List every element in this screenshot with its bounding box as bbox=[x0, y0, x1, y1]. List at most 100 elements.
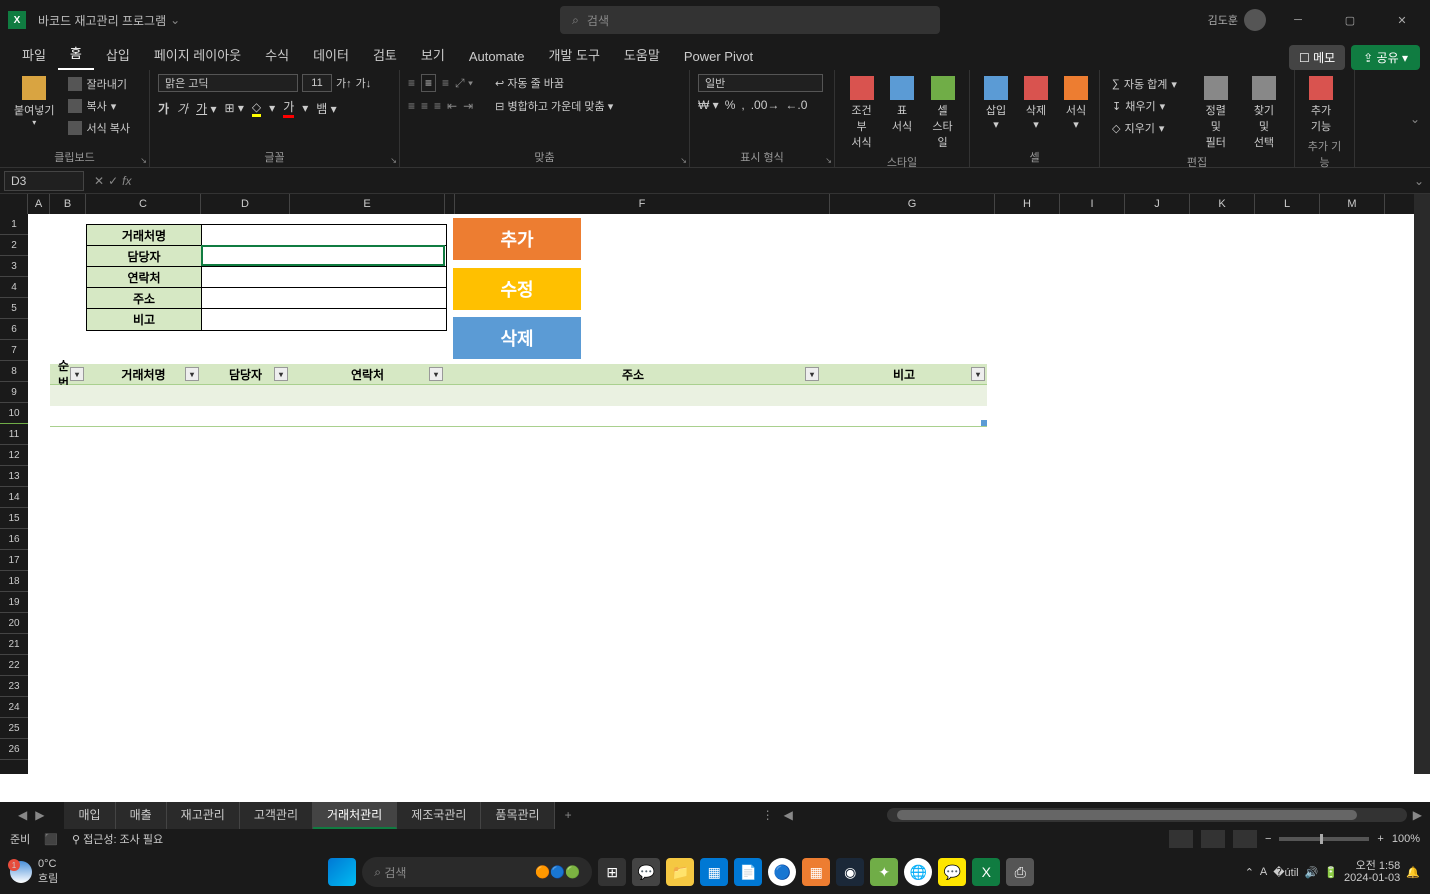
fill-color-button[interactable]: ◇ bbox=[252, 100, 261, 117]
row-header[interactable]: 24 bbox=[0, 697, 28, 718]
font-size-select[interactable] bbox=[302, 74, 332, 92]
title-dropdown-icon[interactable]: ⌄ bbox=[170, 13, 180, 27]
filter-icon[interactable]: ▾ bbox=[429, 367, 443, 381]
taskbar-app-icon[interactable]: ▦ bbox=[802, 858, 830, 886]
row-header[interactable]: 13 bbox=[0, 466, 28, 487]
sheet-tab[interactable]: 제조국관리 bbox=[397, 802, 481, 829]
col-header-c[interactable]: C bbox=[86, 194, 201, 214]
addins-button[interactable]: 추가 기능 bbox=[1303, 74, 1339, 136]
col-header-j[interactable]: J bbox=[1125, 194, 1190, 214]
battery-icon[interactable]: 🔋 bbox=[1324, 866, 1338, 879]
tab-review[interactable]: 검토 bbox=[361, 39, 409, 70]
filter-icon[interactable]: ▾ bbox=[70, 367, 84, 381]
bold-button[interactable]: 가 bbox=[158, 100, 169, 117]
user-label[interactable]: 김도훈 bbox=[1208, 9, 1266, 31]
percent-icon[interactable]: % bbox=[725, 98, 736, 112]
form-input-name[interactable] bbox=[202, 225, 446, 246]
form-input-phone[interactable] bbox=[202, 267, 446, 288]
close-button[interactable]: ✕ bbox=[1382, 5, 1422, 35]
row-header[interactable]: 25 bbox=[0, 718, 28, 739]
tray-chevron-icon[interactable]: ⌃ bbox=[1245, 866, 1254, 879]
orientation-icon[interactable]: ⤢ ▾ bbox=[455, 76, 473, 91]
increase-decimal-icon[interactable]: .00→ bbox=[751, 98, 780, 112]
row-header[interactable]: 2 bbox=[0, 235, 28, 256]
underline-button[interactable]: 가 ▾ bbox=[196, 100, 216, 117]
row-header[interactable]: 4 bbox=[0, 277, 28, 298]
row-header[interactable]: 15 bbox=[0, 508, 28, 529]
table-header-phone[interactable]: 연락처▾ bbox=[290, 364, 445, 385]
clipboard-launcher[interactable]: ↘ bbox=[140, 156, 147, 165]
form-input-address[interactable] bbox=[202, 288, 446, 309]
form-input-note[interactable] bbox=[202, 309, 446, 330]
col-header-d[interactable]: D bbox=[201, 194, 290, 214]
row-header[interactable]: 18 bbox=[0, 571, 28, 592]
filter-icon[interactable]: ▾ bbox=[805, 367, 819, 381]
italic-button[interactable]: 가 bbox=[177, 100, 188, 117]
tab-data[interactable]: 데이터 bbox=[301, 39, 361, 70]
font-color-button[interactable]: 가 bbox=[283, 98, 294, 118]
align-center-icon[interactable]: ≡ bbox=[421, 99, 428, 113]
formula-input[interactable] bbox=[137, 171, 1407, 190]
clear-button[interactable]: ◇ 지우기 ▾ bbox=[1108, 118, 1190, 138]
align-bottom-icon[interactable]: ≡ bbox=[442, 76, 449, 90]
filter-icon[interactable]: ▾ bbox=[185, 367, 199, 381]
conditional-format-button[interactable]: 조건부 서식 bbox=[843, 74, 880, 152]
form-input-contact[interactable] bbox=[202, 246, 446, 267]
row-header[interactable]: 22 bbox=[0, 655, 28, 676]
filter-icon[interactable]: ▾ bbox=[274, 367, 288, 381]
cell-styles-button[interactable]: 셀 스타일 bbox=[924, 74, 961, 152]
col-header-a[interactable]: A bbox=[28, 194, 50, 214]
sheet-tab[interactable]: 매입 bbox=[64, 802, 115, 829]
decrease-font-icon[interactable]: 가↓ bbox=[356, 75, 372, 91]
taskbar-app-icon[interactable]: ▦ bbox=[700, 858, 728, 886]
align-left-icon[interactable]: ≡ bbox=[408, 99, 415, 113]
expand-formula-icon[interactable]: ⌄ bbox=[1408, 174, 1430, 188]
page-break-view-icon[interactable] bbox=[1233, 830, 1257, 848]
wifi-icon[interactable]: �útil bbox=[1273, 866, 1298, 879]
row-header[interactable]: 26 bbox=[0, 739, 28, 760]
col-header-e[interactable]: E bbox=[290, 194, 445, 214]
tab-developer[interactable]: 개발 도구 bbox=[536, 39, 611, 70]
table-header-no[interactable]: 순번▾ bbox=[50, 364, 86, 385]
table-header-contact[interactable]: 담당자▾ bbox=[201, 364, 290, 385]
chrome-icon[interactable]: 🌐 bbox=[904, 858, 932, 886]
col-header-l[interactable]: L bbox=[1255, 194, 1320, 214]
tab-file[interactable]: 파일 bbox=[10, 39, 58, 70]
steam-icon[interactable]: ◉ bbox=[836, 858, 864, 886]
kakaotalk-icon[interactable]: 💬 bbox=[938, 858, 966, 886]
filter-icon[interactable]: ▾ bbox=[971, 367, 985, 381]
sheet-prev-icon[interactable]: ◀ bbox=[18, 808, 27, 822]
row-header[interactable]: 9 bbox=[0, 382, 28, 403]
notifications-icon[interactable]: 🔔 bbox=[1406, 866, 1420, 879]
sheet-tab[interactable]: 품목관리 bbox=[481, 802, 554, 829]
table-format-button[interactable]: 표 서식 bbox=[884, 74, 920, 136]
delete-button[interactable]: 삭제 bbox=[453, 317, 581, 359]
number-format-select[interactable] bbox=[698, 74, 823, 92]
align-top-icon[interactable]: ≡ bbox=[408, 76, 415, 90]
col-header-h[interactable]: H bbox=[995, 194, 1060, 214]
col-header-b[interactable]: B bbox=[50, 194, 86, 214]
row-header[interactable]: 21 bbox=[0, 634, 28, 655]
font-name-select[interactable] bbox=[158, 74, 298, 92]
zoom-out-icon[interactable]: − bbox=[1265, 833, 1271, 845]
sheet-tab[interactable]: 재고관리 bbox=[167, 802, 240, 829]
scroll-right-icon[interactable]: ▶ bbox=[1413, 808, 1422, 822]
excel-taskbar-icon[interactable]: X bbox=[972, 858, 1000, 886]
tab-powerpivot[interactable]: Power Pivot bbox=[672, 43, 765, 70]
tab-home[interactable]: 홈 bbox=[58, 37, 94, 70]
zoom-slider[interactable] bbox=[1279, 837, 1369, 841]
taskbar-app-icon[interactable]: ✦ bbox=[870, 858, 898, 886]
taskbar-app-icon[interactable]: ⎙ bbox=[1006, 858, 1034, 886]
format-cells-button[interactable]: 서식▾ bbox=[1058, 74, 1094, 133]
comma-icon[interactable]: , bbox=[741, 98, 744, 112]
sheet-options-icon[interactable]: ⋮ bbox=[762, 808, 774, 822]
increase-font-icon[interactable]: 가↑ bbox=[336, 75, 352, 91]
confirm-formula-icon[interactable]: ✓ bbox=[108, 174, 118, 188]
table-resize-handle[interactable] bbox=[981, 420, 987, 426]
alignment-launcher[interactable]: ↘ bbox=[680, 156, 687, 165]
row-header[interactable]: 19 bbox=[0, 592, 28, 613]
row-header[interactable]: 1 bbox=[0, 214, 28, 235]
volume-icon[interactable]: 🔊 bbox=[1305, 866, 1319, 879]
chrome-icon[interactable]: 🔵 bbox=[768, 858, 796, 886]
maximize-button[interactable]: ▢ bbox=[1330, 5, 1370, 35]
